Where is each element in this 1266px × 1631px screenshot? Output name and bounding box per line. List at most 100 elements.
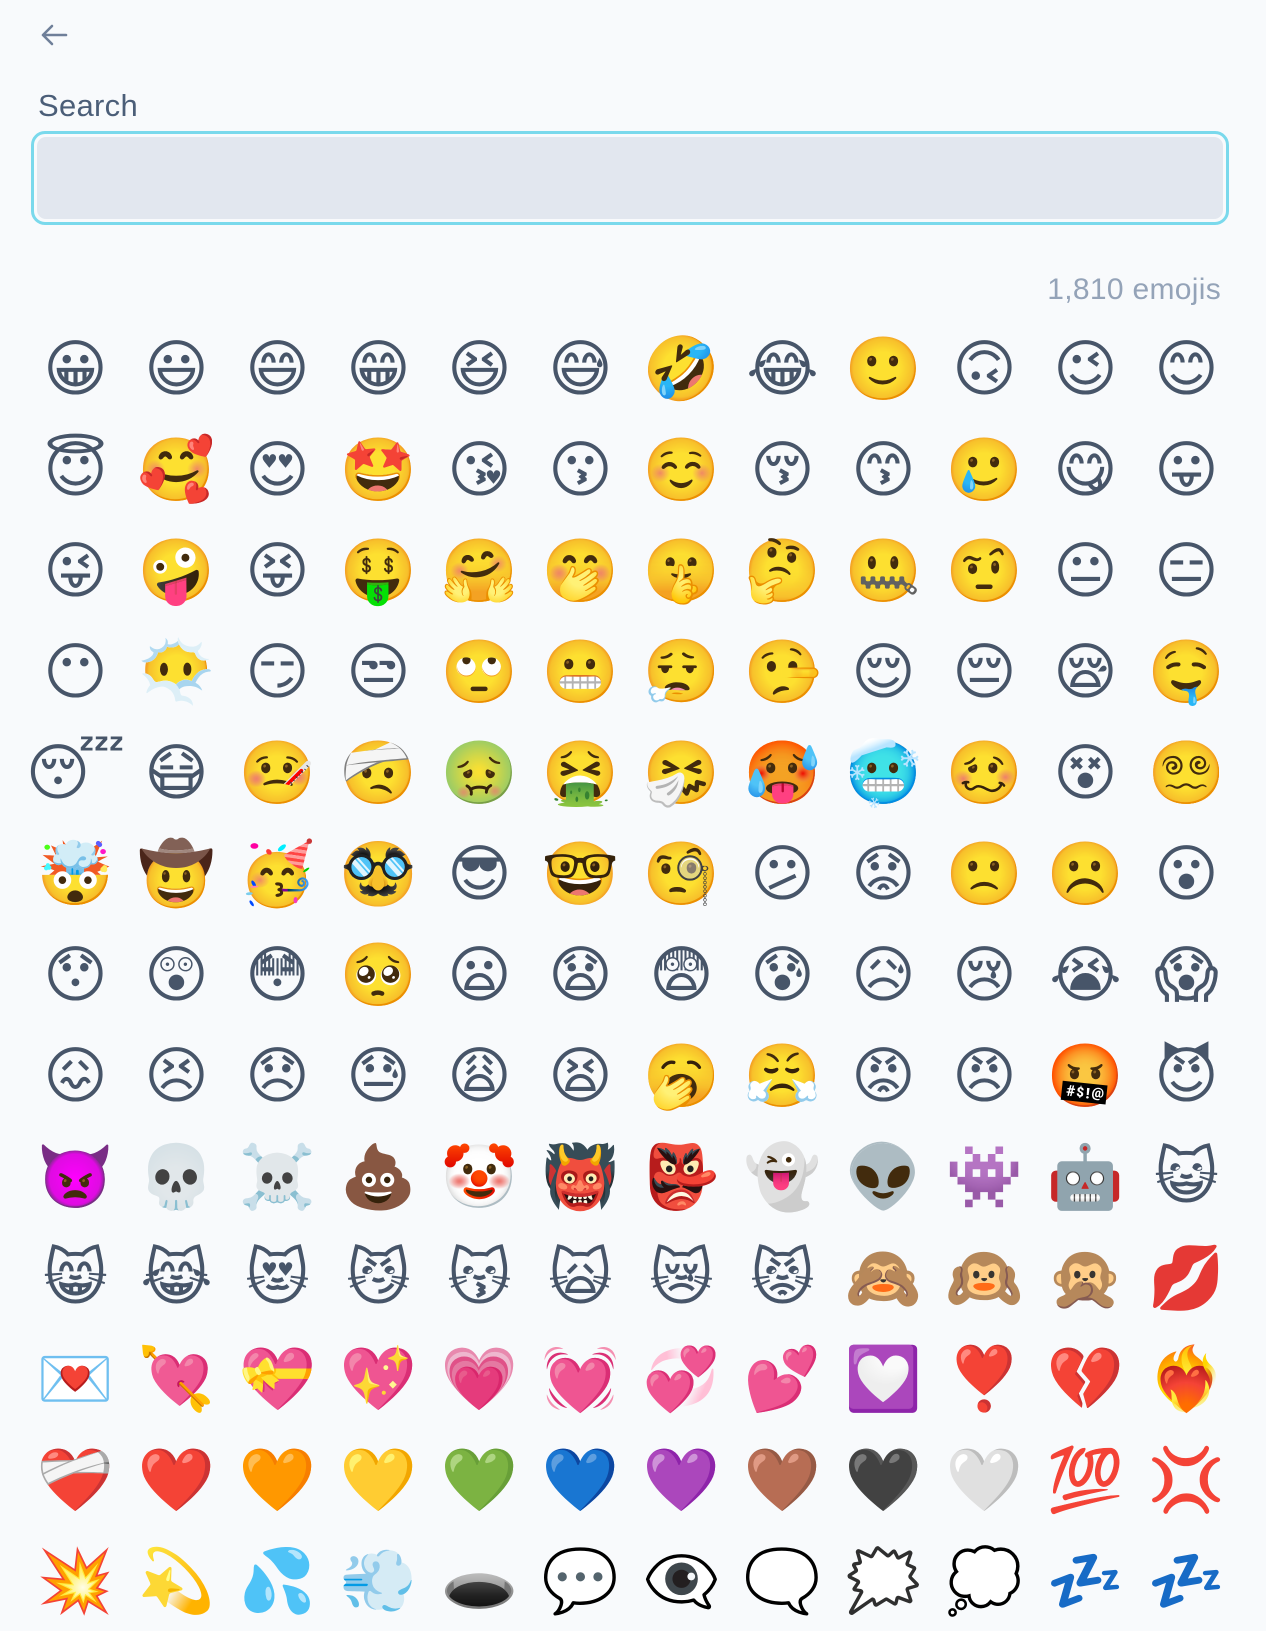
emoji-button[interactable]: 🙁: [934, 823, 1035, 924]
emoji-button[interactable]: 🥶: [833, 722, 934, 823]
emoji-button[interactable]: 💯: [1035, 1429, 1136, 1530]
emoji-button[interactable]: 💜: [631, 1429, 732, 1530]
emoji-button[interactable]: ☹️: [1035, 823, 1136, 924]
emoji-button[interactable]: 🙀: [530, 1227, 631, 1328]
emoji-button[interactable]: 🤤: [1136, 621, 1237, 722]
emoji-button[interactable]: 💢: [1136, 1429, 1237, 1530]
emoji-button[interactable]: 😯: [25, 924, 126, 1025]
emoji-button[interactable]: 💤: [1136, 1530, 1237, 1631]
emoji-button[interactable]: 😶‍🌫️: [126, 621, 227, 722]
emoji-button[interactable]: 🥲: [934, 419, 1035, 520]
emoji-button[interactable]: ❤️‍🔥: [1136, 1328, 1237, 1429]
emoji-button[interactable]: 🤢: [429, 722, 530, 823]
emoji-button[interactable]: 😦: [429, 924, 530, 1025]
emoji-button[interactable]: 😑: [1136, 520, 1237, 621]
emoji-button[interactable]: 👹: [530, 1126, 631, 1227]
emoji-button[interactable]: 🤥: [732, 621, 833, 722]
emoji-button[interactable]: 🤬: [1035, 1025, 1136, 1126]
emoji-button[interactable]: 👺: [631, 1126, 732, 1227]
emoji-button[interactable]: ☺️: [631, 419, 732, 520]
emoji-button[interactable]: 💀: [126, 1126, 227, 1227]
emoji-button[interactable]: 😜: [25, 520, 126, 621]
emoji-button[interactable]: 😞: [227, 1025, 328, 1126]
emoji-button[interactable]: 😋: [1035, 419, 1136, 520]
emoji-button[interactable]: 💋: [1136, 1227, 1237, 1328]
emoji-button[interactable]: 🗯️: [833, 1530, 934, 1631]
emoji-button[interactable]: 💙: [530, 1429, 631, 1530]
emoji-button[interactable]: 💦: [227, 1530, 328, 1631]
emoji-button[interactable]: 😉: [1035, 318, 1136, 419]
back-button[interactable]: [34, 16, 74, 54]
emoji-button[interactable]: 😟: [833, 823, 934, 924]
emoji-button[interactable]: 😚: [732, 419, 833, 520]
emoji-button[interactable]: 🤑: [328, 520, 429, 621]
emoji-button[interactable]: 😂: [732, 318, 833, 419]
emoji-button[interactable]: 😙: [833, 419, 934, 520]
emoji-button[interactable]: 💛: [328, 1429, 429, 1530]
emoji-button[interactable]: 😢: [934, 924, 1035, 1025]
emoji-button[interactable]: 👻: [732, 1126, 833, 1227]
emoji-button[interactable]: 😱: [1136, 924, 1237, 1025]
emoji-button[interactable]: 🤪: [126, 520, 227, 621]
emoji-button[interactable]: 🙂: [833, 318, 934, 419]
emoji-button[interactable]: 💥: [25, 1530, 126, 1631]
emoji-button[interactable]: 🤕: [328, 722, 429, 823]
emoji-button[interactable]: 🥺: [328, 924, 429, 1025]
emoji-button[interactable]: 💌: [25, 1328, 126, 1429]
emoji-button[interactable]: 💤: [1035, 1530, 1136, 1631]
emoji-button[interactable]: 😲: [126, 924, 227, 1025]
emoji-button[interactable]: 🥴: [934, 722, 1035, 823]
emoji-button[interactable]: 🤖: [1035, 1126, 1136, 1227]
emoji-button[interactable]: 🧡: [227, 1429, 328, 1530]
emoji-button[interactable]: 😹: [126, 1227, 227, 1328]
emoji-button[interactable]: 💚: [429, 1429, 530, 1530]
emoji-button[interactable]: 🤨: [934, 520, 1035, 621]
emoji-button[interactable]: 😨: [631, 924, 732, 1025]
emoji-button[interactable]: 😤: [732, 1025, 833, 1126]
emoji-button[interactable]: 💭: [934, 1530, 1035, 1631]
emoji-button[interactable]: 🙃: [934, 318, 1035, 419]
emoji-button[interactable]: 😳: [227, 924, 328, 1025]
emoji-button[interactable]: 😶: [25, 621, 126, 722]
emoji-button[interactable]: 🤭: [530, 520, 631, 621]
emoji-button[interactable]: 💨: [328, 1530, 429, 1631]
emoji-button[interactable]: 😁: [328, 318, 429, 419]
emoji-button[interactable]: 🕳️: [429, 1530, 530, 1631]
emoji-button[interactable]: 😣: [126, 1025, 227, 1126]
emoji-button[interactable]: 😝: [227, 520, 328, 621]
emoji-button[interactable]: 🤠: [126, 823, 227, 924]
emoji-button[interactable]: 💫: [126, 1530, 227, 1631]
emoji-button[interactable]: 💕: [732, 1328, 833, 1429]
emoji-button[interactable]: 😪: [1035, 621, 1136, 722]
emoji-button[interactable]: 🤍: [934, 1429, 1035, 1530]
emoji-button[interactable]: 🙈: [833, 1227, 934, 1328]
emoji-button[interactable]: 🤒: [227, 722, 328, 823]
emoji-button[interactable]: 😍: [227, 419, 328, 520]
emoji-button[interactable]: ❤️: [126, 1429, 227, 1530]
emoji-button[interactable]: 🥰: [126, 419, 227, 520]
emoji-button[interactable]: 🙄: [429, 621, 530, 722]
emoji-button[interactable]: 😭: [1035, 924, 1136, 1025]
emoji-button[interactable]: 😵: [1035, 722, 1136, 823]
emoji-button[interactable]: 😀: [25, 318, 126, 419]
emoji-button[interactable]: 👁️‍🗨️: [631, 1530, 732, 1631]
emoji-button[interactable]: 🖤: [833, 1429, 934, 1530]
emoji-button[interactable]: 💝: [227, 1328, 328, 1429]
emoji-button[interactable]: 😖: [25, 1025, 126, 1126]
emoji-button[interactable]: 🤩: [328, 419, 429, 520]
emoji-button[interactable]: 😰: [732, 924, 833, 1025]
emoji-button[interactable]: 😮‍💨: [631, 621, 732, 722]
emoji-button[interactable]: 😐: [1035, 520, 1136, 621]
emoji-button[interactable]: 😎: [429, 823, 530, 924]
emoji-button[interactable]: 👽: [833, 1126, 934, 1227]
emoji-button[interactable]: 😄: [227, 318, 328, 419]
emoji-button[interactable]: 💬: [530, 1530, 631, 1631]
emoji-button[interactable]: 😃: [126, 318, 227, 419]
emoji-button[interactable]: 😼: [328, 1227, 429, 1328]
emoji-button[interactable]: 😧: [530, 924, 631, 1025]
emoji-button[interactable]: 🤧: [631, 722, 732, 823]
emoji-button[interactable]: 😒: [328, 621, 429, 722]
emoji-button[interactable]: 🥵: [732, 722, 833, 823]
emoji-button[interactable]: 🗨️: [732, 1530, 833, 1631]
emoji-button[interactable]: 😴: [25, 722, 126, 823]
